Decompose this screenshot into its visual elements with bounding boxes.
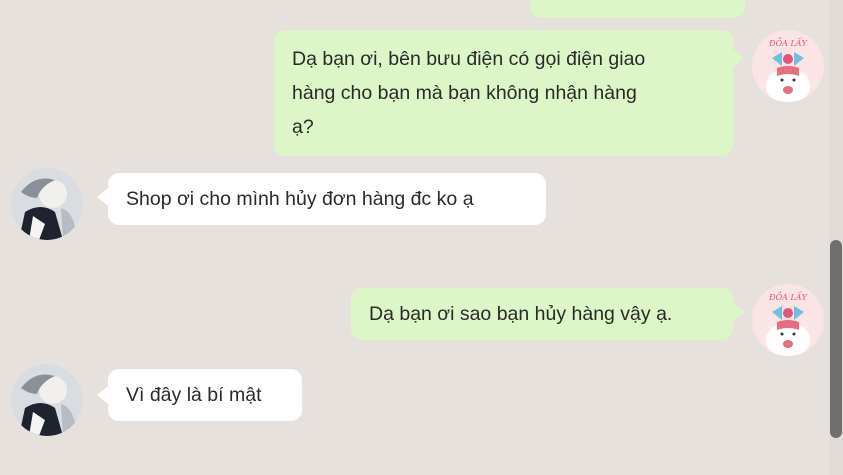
scrollbar-thumb[interactable] (830, 240, 842, 438)
message-text: Vì đây là bí mật (126, 384, 262, 406)
message-bubble-outgoing[interactable]: Dạ bạn ơi, bên bưu điện có gọi điện giao… (274, 30, 733, 156)
message-text: Shop ơi cho mình hủy đơn hàng đc ko ạ (126, 188, 474, 210)
bubble-tail (97, 188, 108, 206)
message-line: hàng cho bạn mà bạn không nhận hàng (292, 82, 637, 104)
bubble-tail (733, 49, 744, 67)
shop-avatar[interactable]: ĐỒA LẤY (752, 284, 824, 356)
message-bubble-outgoing-partial[interactable] (530, 0, 745, 18)
customer-avatar[interactable] (11, 168, 83, 240)
message-text: Dạ bạn ơi sao bạn hủy hàng vậy ạ. (369, 303, 673, 325)
message-bubble-incoming[interactable]: Vì đây là bí mật (108, 369, 302, 421)
message-bubble-outgoing[interactable]: Dạ bạn ơi sao bạn hủy hàng vậy ạ. (351, 288, 733, 340)
shop-logo-text: ĐỒA LẤY (768, 292, 807, 302)
bubble-tail (733, 303, 744, 321)
customer-photo-avatar-icon (11, 364, 83, 436)
shop-avatar[interactable]: ĐỒA LẤY (752, 30, 824, 102)
customer-avatar[interactable] (11, 364, 83, 436)
bubble-tail (97, 386, 108, 404)
cartoon-shop-avatar-icon: ĐỒA LẤY (752, 30, 824, 102)
message-line: ạ? (292, 116, 314, 138)
message-line: Dạ bạn ơi, bên bưu điện có gọi điện giao (292, 48, 646, 70)
customer-photo-avatar-icon (11, 168, 83, 240)
shop-logo-text: ĐỒA LẤY (768, 38, 807, 48)
cartoon-shop-avatar-icon: ĐỒA LẤY (752, 284, 824, 356)
message-bubble-incoming[interactable]: Shop ơi cho mình hủy đơn hàng đc ko ạ (108, 173, 546, 225)
